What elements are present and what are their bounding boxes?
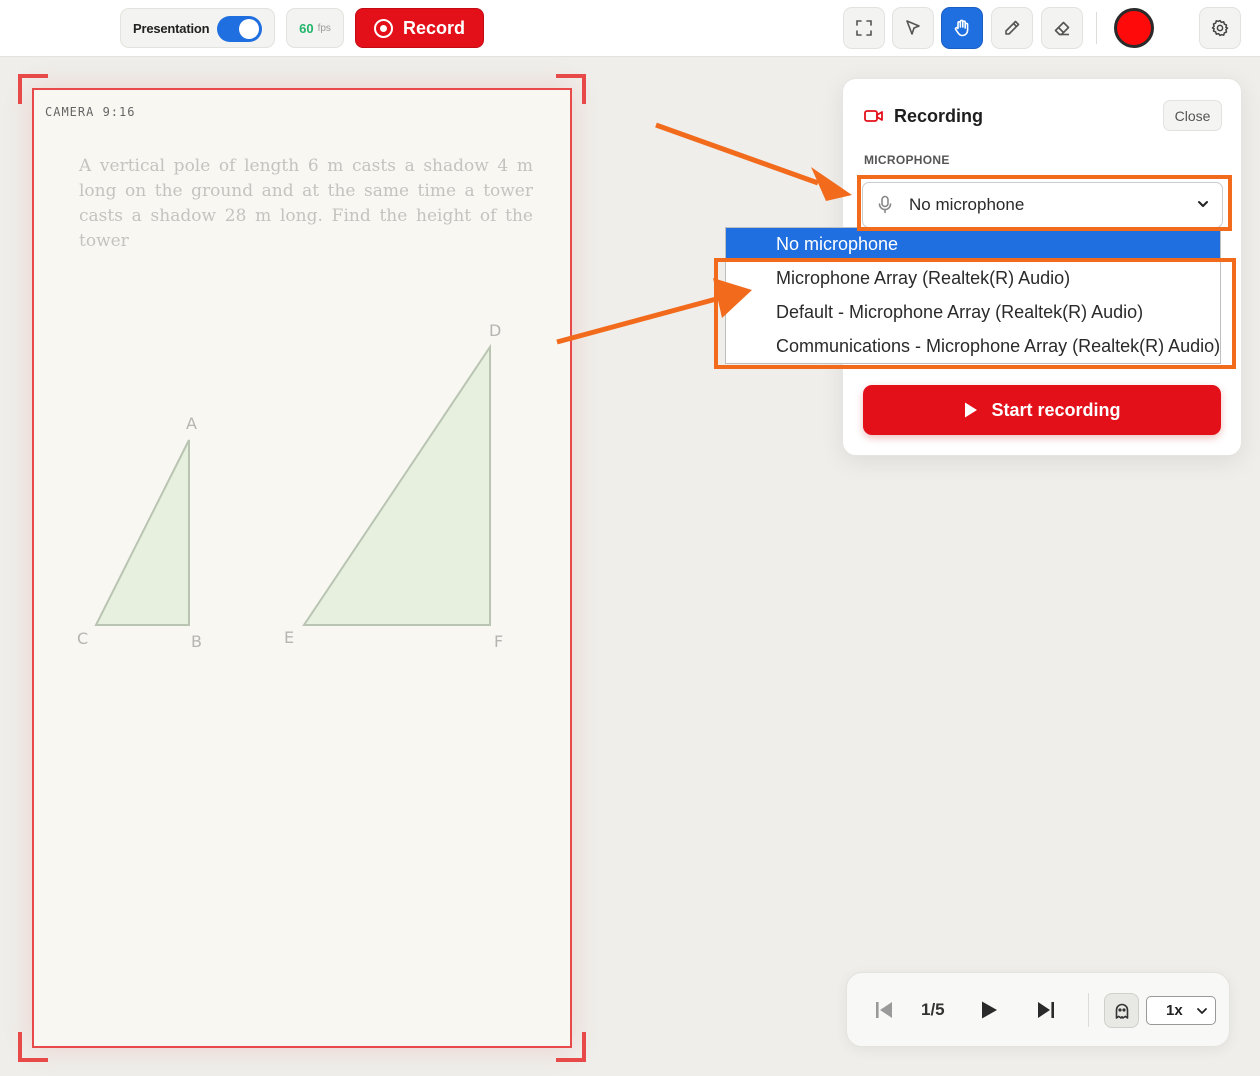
vertex-label-a: A	[186, 414, 197, 433]
video-camera-icon	[864, 110, 883, 122]
playback-bar: 1/5 1x	[846, 972, 1230, 1047]
chevron-down-icon	[1198, 201, 1208, 207]
chevron-down-icon	[1197, 1008, 1207, 1014]
vertex-label-b: B	[191, 632, 202, 651]
ghost-icon	[1115, 1003, 1128, 1019]
vertex-label-f: F	[494, 632, 503, 651]
skip-to-start-icon[interactable]	[873, 999, 895, 1021]
playback-divider	[1088, 993, 1089, 1027]
annotation-arrow-upper	[655, 122, 819, 186]
microphone-heading: MICROPHONE	[864, 153, 950, 167]
eraser-icon	[1054, 21, 1070, 36]
eraser-tool-button[interactable]	[1041, 7, 1083, 49]
top-toolbar: Presentation 60 fps Record	[0, 0, 1260, 57]
cursor-icon	[906, 20, 920, 35]
camera-canvas[interactable]: CAMERA 9:16 A vertical pole of length 6 …	[32, 88, 572, 1048]
microphone-dropdown-list: No microphone Microphone Array (Realtek(…	[725, 227, 1221, 364]
fps-unit: fps	[317, 22, 331, 34]
toolbar-divider	[1096, 12, 1097, 44]
close-button[interactable]: Close	[1163, 100, 1222, 131]
page-indicator: 1/5	[921, 1000, 945, 1019]
triangle-def	[302, 343, 491, 626]
vertex-label-d: D	[489, 321, 501, 340]
start-recording-label: Start recording	[991, 399, 1121, 420]
recording-panel-title: Recording	[894, 106, 984, 126]
triangle-diagram: A B C D E F	[77, 321, 503, 651]
microphone-selected-value: No microphone	[909, 195, 1025, 214]
microphone-icon	[878, 195, 892, 214]
mic-option-none[interactable]: No microphone	[726, 228, 1220, 261]
color-picker-button[interactable]	[1114, 8, 1154, 48]
speed-select[interactable]: 1x	[1146, 996, 1216, 1025]
select-tool-button[interactable]	[892, 7, 934, 49]
hand-icon	[954, 19, 969, 37]
gear-icon	[1211, 19, 1229, 37]
triangle-abc	[94, 439, 190, 626]
presentation-toggle[interactable]	[217, 16, 262, 42]
presentation-toggle-pill[interactable]: Presentation	[120, 8, 275, 48]
mic-option-communications[interactable]: Communications - Microphone Array (Realt…	[726, 329, 1220, 363]
fullscreen-icon	[856, 20, 872, 36]
start-recording-button[interactable]: Start recording	[863, 385, 1221, 435]
play-icon[interactable]	[978, 999, 1000, 1021]
fps-indicator: 60 fps	[286, 8, 344, 48]
record-label: Record	[402, 17, 465, 38]
record-icon	[373, 18, 393, 38]
ghost-mode-button[interactable]	[1104, 993, 1139, 1028]
skip-to-end-icon[interactable]	[1035, 999, 1057, 1021]
pen-icon	[1005, 20, 1020, 35]
microphone-select[interactable]: No microphone	[862, 182, 1223, 228]
settings-button[interactable]	[1199, 7, 1241, 49]
play-icon	[965, 402, 978, 418]
fullscreen-button[interactable]	[843, 7, 885, 49]
presentation-label: Presentation	[133, 20, 210, 36]
vertex-label-c: C	[77, 629, 88, 648]
hand-tool-button[interactable]	[941, 7, 983, 49]
mic-option-default[interactable]: Default - Microphone Array (Realtek(R) A…	[726, 295, 1220, 329]
speed-value: 1x	[1166, 1002, 1183, 1019]
pen-tool-button[interactable]	[991, 7, 1033, 49]
mic-option-array[interactable]: Microphone Array (Realtek(R) Audio)	[726, 261, 1220, 295]
annotation-arrow-lower	[556, 295, 721, 345]
fps-value: 60	[299, 20, 314, 36]
vertex-label-e: E	[284, 628, 294, 647]
record-button[interactable]: Record	[355, 8, 484, 48]
